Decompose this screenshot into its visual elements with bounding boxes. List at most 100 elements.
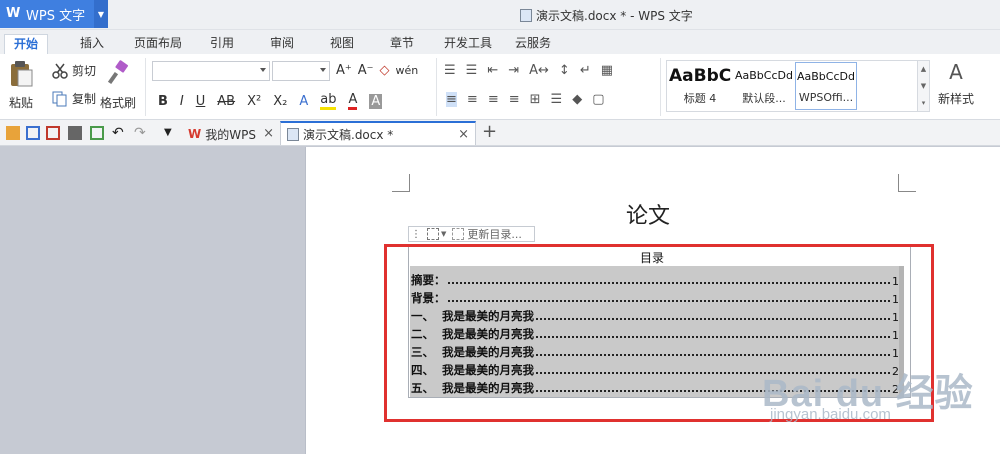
italic-icon[interactable]: I (180, 94, 184, 109)
subscript-icon[interactable]: X₂ (273, 94, 287, 109)
font-style-buttons: B I U AB X² X₂ A ab A A (158, 92, 383, 110)
tab-my-wps[interactable]: W 我的WPS × (182, 122, 280, 146)
text-effect-icon[interactable]: A (299, 94, 308, 109)
format-painter-label: 格式刷 (100, 96, 137, 110)
window-title-text: 演示文稿.docx * - WPS 文字 (536, 9, 693, 23)
style-default-paragraph[interactable]: AaBbCcDd 默认段... (733, 62, 795, 110)
show-marks-icon[interactable]: ↵ (580, 63, 591, 78)
tab-page-layout[interactable]: 页面布局 (130, 34, 186, 54)
app-menu-button[interactable]: W WPS 文字 ▼ (0, 0, 108, 28)
paste-label: 粘贴 (8, 96, 33, 110)
bullet-list-icon[interactable]: ☰ (444, 63, 456, 78)
new-style-button[interactable]: A 新样式 (938, 60, 974, 107)
tab-start[interactable]: 开始 (4, 34, 48, 54)
save-icon[interactable] (26, 126, 40, 140)
chevron-down-icon[interactable]: ▼ (441, 230, 446, 238)
document-heading: 论文 (626, 204, 671, 229)
update-toc-button[interactable]: 更新目录... (467, 226, 522, 242)
tab-label: 我的WPS (205, 127, 256, 142)
watermark: Bai du 经验 jingyan.baidu.com (762, 362, 974, 423)
phonetic-icon[interactable]: wén (396, 64, 419, 77)
close-icon[interactable]: × (458, 127, 469, 142)
title-bar: W WPS 文字 ▼ 演示文稿.docx * - WPS 文字 (0, 0, 1000, 30)
document-icon (520, 9, 532, 22)
divider (436, 58, 437, 116)
tab-cloud[interactable]: 云服务 (508, 34, 558, 54)
numbered-list-icon[interactable]: ☰ (466, 63, 478, 78)
style-name: 默认段... (742, 92, 786, 105)
font-name-select[interactable] (152, 61, 270, 81)
highlight-icon[interactable]: ab (320, 92, 337, 110)
tab-document[interactable]: 演示文稿.docx * × (280, 121, 476, 145)
distribute-icon[interactable]: ⊞ (530, 92, 541, 107)
document-icon (287, 127, 299, 141)
undo-icon[interactable]: ↶ (112, 126, 126, 140)
scissors-icon (52, 63, 68, 79)
ribbon-tabs: 开始 插入 页面布局 引用 审阅 视图 章节 开发工具 云服务 (0, 30, 1000, 54)
gallery-scroll[interactable]: ▲ ▼ ▾ (918, 60, 930, 112)
list-buttons: ☰ ☰ ⇤ ⇥ A↔ ↕ ↵ ▦ (444, 63, 613, 78)
style-wpsoffice[interactable]: AaBbCcDd WPSOffi... (795, 62, 857, 110)
new-tab-button[interactable]: + (482, 121, 497, 142)
justify-icon[interactable]: ≡ (509, 92, 520, 107)
style-sample: AaBbCcDd (797, 70, 855, 83)
margin-corner-mark (392, 174, 410, 192)
paste-button[interactable]: 粘贴 (8, 60, 34, 111)
font-size-select[interactable] (272, 61, 330, 81)
bold-icon[interactable]: B (158, 94, 168, 109)
shading-icon[interactable]: ◆ (572, 92, 582, 107)
style-sample: AaBbCcDd (735, 69, 793, 82)
align-buttons: ≡ ≡ ≡ ≡ ⊞ ☰ ◆ ▢ (446, 92, 604, 107)
tab-review[interactable]: 审阅 (262, 34, 302, 54)
copy-button[interactable]: 复制 (52, 90, 96, 107)
clear-format-icon[interactable]: ◇ (380, 63, 390, 78)
app-name: WPS 文字 (26, 8, 86, 24)
shrink-font-icon[interactable]: A⁻ (358, 63, 374, 78)
redo-icon[interactable]: ↷ (134, 126, 148, 140)
style-gallery: AaBbC 标题 4 AaBbCcDd 默认段... AaBbCcDd WPSO… (666, 60, 918, 112)
export-pdf-icon[interactable] (46, 126, 60, 140)
tab-label: 演示文稿.docx * (303, 127, 394, 142)
line-spacing-icon[interactable]: ☰ (551, 92, 563, 107)
align-right-icon[interactable]: ≡ (488, 92, 499, 107)
char-shading-icon[interactable]: A (369, 93, 383, 109)
copy-label: 复制 (72, 92, 97, 106)
print-icon[interactable] (68, 126, 82, 140)
borders-icon[interactable]: ▢ (592, 92, 604, 107)
drag-handle-icon[interactable]: ⋮ (411, 229, 421, 240)
update-toc-icon (452, 228, 465, 240)
style-heading4[interactable]: AaBbC 标题 4 (669, 62, 731, 110)
font-color-icon[interactable]: A (348, 92, 358, 110)
navigation-pane (0, 147, 305, 454)
tab-developer[interactable]: 开发工具 (440, 34, 496, 54)
align-left-icon[interactable]: ≡ (446, 92, 457, 107)
toc-menu-icon[interactable] (427, 228, 439, 240)
new-style-icon: A (949, 60, 963, 84)
char-spacing-icon[interactable]: A↔ (529, 63, 549, 78)
table-icon[interactable]: ▦ (601, 63, 613, 78)
close-icon[interactable]: × (263, 126, 274, 141)
window-title: 演示文稿.docx * - WPS 文字 (520, 7, 693, 24)
open-icon[interactable] (6, 126, 20, 140)
wps-logo-icon: W (188, 127, 202, 141)
brush-icon (107, 60, 128, 85)
superscript-icon[interactable]: X² (247, 94, 261, 109)
tab-insert[interactable]: 插入 (72, 34, 112, 54)
toc-toolbar: ⋮ ▼ 更新目录... (408, 226, 535, 242)
new-style-label: 新样式 (938, 92, 975, 106)
cut-button[interactable]: 剪切 (52, 62, 96, 79)
sort-icon[interactable]: ↕ (559, 63, 570, 78)
strikethrough-icon[interactable]: AB (217, 94, 235, 109)
chevron-down-icon[interactable]: ▼ (164, 126, 178, 140)
increase-indent-icon[interactable]: ⇥ (508, 63, 519, 78)
tab-references[interactable]: 引用 (202, 34, 242, 54)
underline-icon[interactable]: U (196, 94, 206, 109)
align-center-icon[interactable]: ≡ (467, 92, 478, 107)
decrease-indent-icon[interactable]: ⇤ (487, 63, 498, 78)
tab-chapter[interactable]: 章节 (382, 34, 422, 54)
print-preview-icon[interactable] (90, 126, 104, 140)
grow-font-icon[interactable]: A⁺ (336, 63, 352, 78)
chevron-down-icon[interactable]: ▼ (94, 0, 108, 28)
format-painter-button[interactable]: 格式刷 (100, 60, 136, 111)
tab-view[interactable]: 视图 (322, 34, 362, 54)
